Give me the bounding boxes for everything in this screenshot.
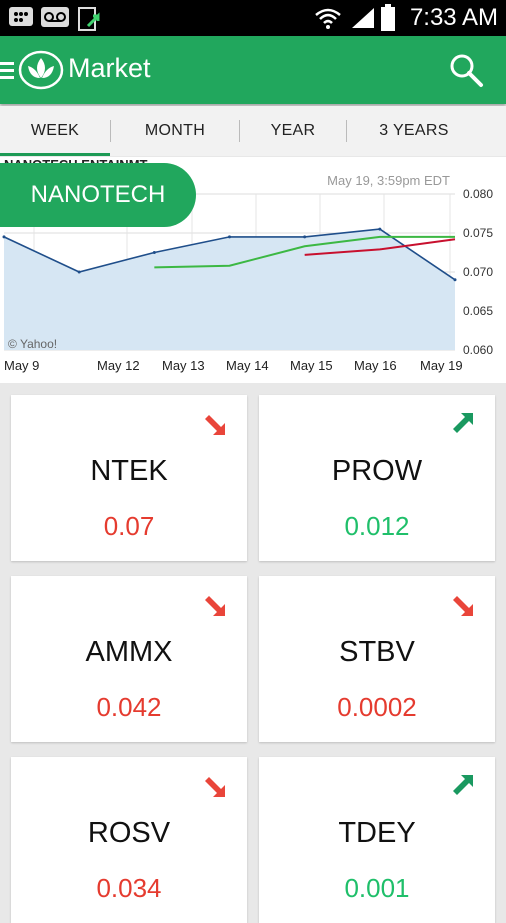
y-tick-label: 0.065	[463, 304, 493, 318]
x-tick-label: May 9	[4, 358, 39, 373]
stock-card-prow[interactable]: PROW 0.012	[259, 395, 495, 561]
page-title: Market	[68, 53, 151, 83]
trend-down-icon	[205, 596, 225, 616]
stock-symbol: TDEY	[338, 817, 416, 849]
tab-month[interactable]: MONTH	[111, 106, 239, 156]
app-bar: Market	[0, 36, 506, 104]
stock-price: 0.0002	[337, 692, 417, 722]
stock-card-ammx[interactable]: AMMX 0.042	[11, 576, 247, 742]
price-point	[228, 235, 231, 239]
stock-symbol: NTEK	[90, 455, 168, 487]
x-tick-label: May 16	[354, 358, 397, 373]
stock-card-tdey[interactable]: TDEY 0.001	[259, 757, 495, 923]
search-icon[interactable]	[448, 52, 484, 88]
leaf-logo-icon[interactable]	[18, 50, 64, 90]
y-tick-label: 0.070	[463, 265, 493, 279]
y-tick-label: 0.060	[463, 343, 493, 357]
x-tick-label: May 19	[420, 358, 463, 373]
trend-down-icon	[205, 415, 225, 435]
menu-icon[interactable]	[0, 60, 14, 80]
tab-week[interactable]: WEEK	[0, 106, 110, 156]
y-tick-label: 0.075	[463, 226, 493, 240]
price-point	[152, 251, 156, 254]
stock-card-rosv[interactable]: ROSV 0.034	[11, 757, 247, 923]
tab-year[interactable]: YEAR	[240, 106, 346, 156]
trend-up-icon	[453, 775, 473, 795]
stock-symbol: AMMX	[85, 636, 173, 668]
trend-down-icon	[205, 777, 225, 797]
x-tick-label: May 13	[162, 358, 205, 373]
status-time: 7:33 AM	[409, 4, 498, 31]
price-point	[378, 227, 382, 231]
chart-timestamp: May 19, 3:59pm EDT	[327, 173, 450, 188]
y-tick-label: 0.080	[463, 187, 493, 201]
stock-price: 0.07	[103, 511, 155, 541]
stock-symbol: PROW	[331, 455, 423, 487]
download-icon	[78, 7, 100, 31]
chart-watermark: © Yahoo!	[8, 337, 57, 351]
wifi-icon	[315, 8, 341, 29]
battery-icon	[381, 4, 395, 31]
stock-symbol: ROSV	[87, 817, 171, 849]
x-tick-label: May 15	[290, 358, 333, 373]
chart-stock-label[interactable]: NANOTECH	[0, 163, 196, 227]
trend-down-icon	[453, 596, 473, 616]
price-point	[77, 270, 81, 274]
tab-3-years[interactable]: 3 YEARS	[347, 106, 481, 156]
x-tick-label: May 12	[97, 358, 140, 373]
price-point	[2, 235, 6, 239]
stock-card-ntek[interactable]: NTEK 0.07	[11, 395, 247, 561]
trend-up-icon	[453, 413, 473, 433]
bbm-icon	[9, 7, 33, 26]
stock-price: 0.001	[344, 873, 410, 903]
period-tabs: WEEK MONTH YEAR 3 YEARS	[0, 106, 506, 156]
stock-symbol: STBV	[339, 636, 415, 668]
stock-card-stbv[interactable]: STBV 0.0002	[259, 576, 495, 742]
price-point	[453, 278, 457, 282]
voicemail-icon	[41, 7, 69, 27]
status-bar: 7:33 AM	[0, 0, 506, 36]
stock-price: 0.042	[96, 692, 162, 722]
stock-price: 0.012	[344, 511, 410, 541]
stock-price: 0.034	[96, 873, 162, 903]
price-area	[4, 229, 455, 350]
signal-icon	[352, 8, 374, 28]
x-tick-label: May 14	[226, 358, 269, 373]
price-point	[303, 235, 307, 239]
